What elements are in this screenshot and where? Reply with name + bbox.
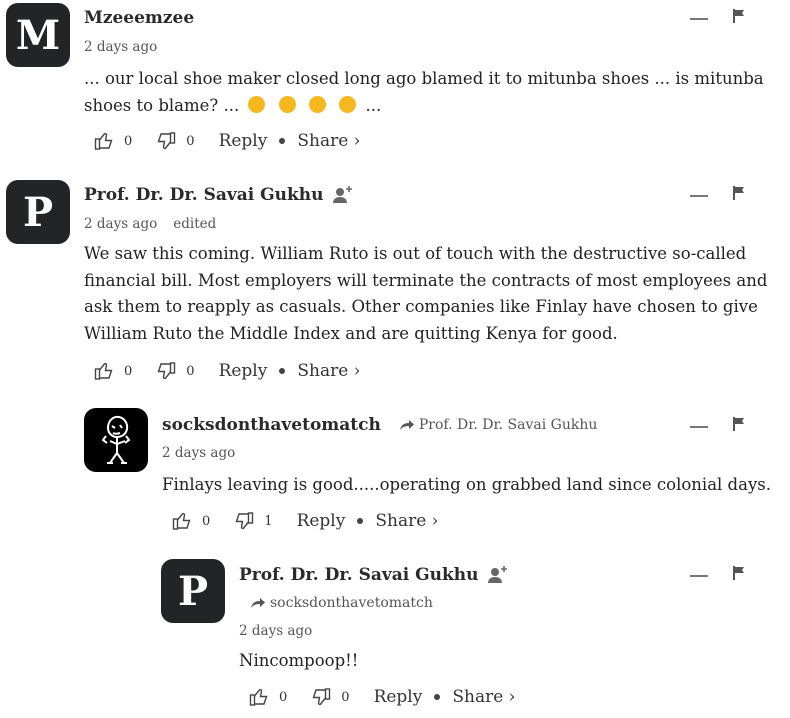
emoji-icon [248, 95, 266, 113]
like-count: 0 [279, 689, 288, 705]
minimize-icon[interactable] [690, 18, 708, 20]
separator-dot [279, 138, 286, 144]
share-button[interactable]: Share › [297, 131, 360, 151]
like-button[interactable]: 0 [172, 511, 210, 531]
minimize-icon[interactable] [690, 426, 708, 428]
flag-icon[interactable] [732, 8, 746, 24]
reply-to[interactable]: socksdonthavetomatch [250, 595, 433, 611]
reply-button[interactable]: Reply [297, 511, 346, 531]
flag-icon[interactable] [732, 416, 746, 432]
comment-body: Nincompoop!! [239, 651, 359, 670]
author-row: Prof. Dr. Dr. Savai Gukhu [239, 564, 509, 586]
body-line: shoes to blame? ... ... [84, 95, 382, 115]
avatar[interactable]: M [6, 3, 70, 67]
comment-actions: 0 0 Reply Share › [94, 361, 360, 381]
thumbs-up-icon [249, 688, 268, 706]
thumbs-up-icon [94, 132, 113, 150]
like-count: 0 [202, 513, 211, 529]
separator-dot [434, 694, 441, 700]
avatar[interactable]: P [6, 180, 70, 244]
dislike-button[interactable]: 0 [156, 361, 195, 381]
comment-body: Finlays leaving is good.....operating on… [162, 475, 771, 494]
comment-controls [690, 185, 746, 201]
comment-reply: P Prof. Dr. Dr. Savai Gukhu socksdonthav… [0, 555, 790, 718]
author-row: Prof. Dr. Dr. Savai Gukhu [84, 184, 354, 206]
reply-button[interactable]: Reply [219, 131, 268, 151]
comment-controls [690, 416, 746, 432]
reply-to-name: socksdonthavetomatch [270, 595, 433, 611]
timestamp: 2 days ago [162, 445, 236, 461]
reply-to-name: Prof. Dr. Dr. Savai Gukhu [418, 417, 598, 433]
like-button[interactable]: 0 [94, 361, 132, 381]
reply-button[interactable]: Reply [219, 361, 268, 381]
share-button[interactable]: Share › [375, 511, 438, 531]
like-button[interactable]: 0 [94, 131, 132, 151]
thumbs-down-icon [235, 512, 254, 530]
separator-dot [357, 518, 364, 524]
share-button[interactable]: Share › [297, 361, 360, 381]
dislike-button[interactable]: 0 [311, 687, 350, 707]
comment: P Prof. Dr. Dr. Savai Gukhu 2 days ago ed… [0, 170, 790, 395]
avatar[interactable] [84, 408, 148, 472]
flag-icon[interactable] [732, 185, 746, 201]
comment-actions: 0 1 Reply Share › [172, 511, 438, 531]
minimize-icon[interactable] [690, 575, 708, 577]
flag-icon[interactable] [732, 565, 746, 581]
reply-to[interactable]: Prof. Dr. Dr. Savai Gukhu [399, 417, 598, 433]
dislike-button[interactable]: 1 [234, 511, 273, 531]
follow-user-icon[interactable] [487, 564, 509, 586]
thumbs-down-icon [157, 132, 176, 150]
dislike-count: 0 [341, 689, 350, 705]
like-count: 0 [124, 363, 133, 379]
like-count: 0 [124, 133, 133, 149]
dislike-button[interactable]: 0 [156, 131, 195, 151]
comment-reply: socksdonthavetomatch Prof. Dr. Dr. Savai… [0, 400, 790, 550]
reply-arrow-icon [251, 598, 265, 608]
separator-dot [279, 368, 286, 374]
author-row: socksdonthavetomatch Prof. Dr. Dr. Savai… [162, 415, 597, 435]
timestamp: 2 days ago edited [84, 216, 217, 232]
emoji-icon [339, 95, 357, 113]
edited-label: edited [173, 216, 217, 232]
author-name[interactable]: Prof. Dr. Dr. Savai Gukhu [84, 185, 324, 205]
share-button[interactable]: Share › [452, 687, 515, 707]
author-row: Mzeeemzee [84, 8, 194, 28]
comment-actions: 0 0 Reply Share › [94, 131, 360, 151]
comment-controls [690, 8, 746, 24]
dislike-count: 1 [264, 513, 273, 529]
follow-user-icon[interactable] [332, 184, 354, 206]
minimize-icon[interactable] [690, 195, 708, 197]
comment: M Mzeeemzee 2 days ago ... our local sho… [0, 0, 790, 165]
thumbs-up-icon [172, 512, 191, 530]
dislike-count: 0 [186, 133, 195, 149]
dislike-count: 0 [186, 363, 195, 379]
timestamp: 2 days ago [239, 623, 313, 639]
thumbs-down-icon [157, 362, 176, 380]
stick-figure-icon [101, 415, 131, 464]
reply-arrow-icon [399, 420, 414, 430]
comment-controls [690, 565, 746, 581]
avatar[interactable]: P [161, 559, 225, 623]
body-line: ... our local shoe maker closed long ago… [84, 69, 764, 88]
emoji-icon [278, 95, 296, 113]
author-name[interactable]: socksdonthavetomatch [162, 415, 381, 435]
thumbs-down-icon [312, 688, 331, 706]
comment-body: We saw this coming. William Ruto is out … [84, 244, 768, 343]
thumbs-up-icon [94, 362, 113, 380]
emoji-icon [308, 95, 326, 113]
comment-actions: 0 0 Reply Share › [249, 687, 515, 707]
author-name[interactable]: Mzeeemzee [84, 8, 194, 28]
reply-button[interactable]: Reply [374, 687, 423, 707]
comment-body: ... our local shoe maker closed long ago… [84, 66, 774, 119]
timestamp: 2 days ago [84, 39, 158, 55]
author-name[interactable]: Prof. Dr. Dr. Savai Gukhu [239, 565, 479, 585]
like-button[interactable]: 0 [249, 687, 287, 707]
